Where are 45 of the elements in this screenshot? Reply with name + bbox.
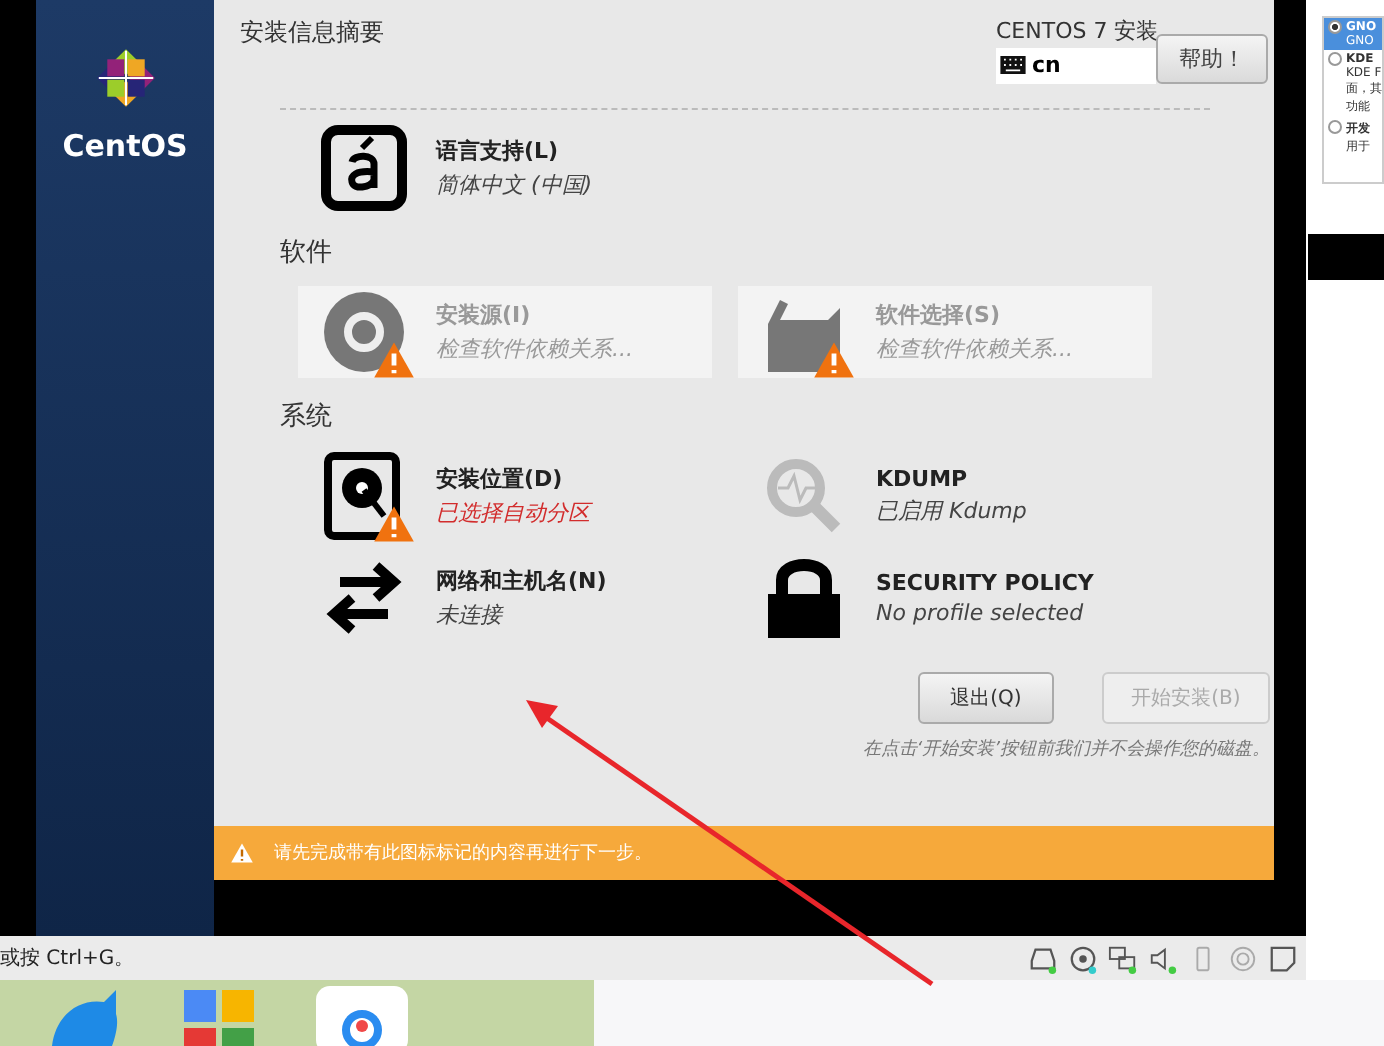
spoke-status: 检查软件依赖关系... [876, 334, 1073, 364]
spoke-status: 简体中文 (中国) [436, 170, 593, 200]
spoke-status: No profile selected [876, 600, 1086, 626]
warning-icon [230, 842, 254, 864]
spoke-title: 软件选择(S) [876, 300, 1002, 330]
spoke-status: 检查软件依赖关系... [436, 334, 633, 364]
spoke-title: KDUMP [876, 466, 970, 492]
spoke-title: 网络和主机名(N) [436, 566, 607, 596]
radio-button[interactable] [1328, 20, 1342, 34]
warning-text: 请先完成带有此图标标记的内容再进行下一步。 [274, 841, 652, 866]
disc-icon [320, 288, 408, 376]
keyboard-icon [1000, 56, 1026, 74]
keyboard-layout-field[interactable]: cn [996, 47, 1156, 83]
spoke-title: 安装源(I) [436, 300, 533, 330]
product-title: CENTOS 7 安装 [996, 16, 1159, 46]
record-icon[interactable] [1228, 943, 1258, 973]
help-button[interactable]: 帮助！ [1156, 34, 1268, 84]
optical-drive-icon[interactable] [1068, 943, 1098, 973]
page-title: 安装信息摘要 [240, 16, 384, 50]
radio-button[interactable] [1328, 120, 1342, 134]
dark-panel [1308, 234, 1384, 280]
speaker-icon[interactable] [1148, 943, 1178, 973]
logo-text: CentOS [62, 128, 188, 164]
radio-button[interactable] [1328, 52, 1342, 66]
spoke-title: 语言支持(L) [436, 136, 561, 166]
note-icon[interactable] [1268, 943, 1298, 973]
disk-notice-text: 在点击‘开始安装’按钮前我们并不会操作您的磁盘。 [862, 737, 1270, 762]
section-heading: 系统 [280, 400, 334, 434]
spoke-item[interactable]: 语言支持(L) 简体中文 (中国) [298, 122, 712, 214]
spoke-status: 已选择自动分区 [436, 498, 590, 528]
language-icon [320, 124, 408, 212]
quit-button[interactable]: 退出(Q) [918, 672, 1054, 724]
spoke-item[interactable]: KDUMP 已启用 Kdump [738, 450, 1152, 542]
hint-text: 或按 Ctrl+G。 [0, 945, 135, 972]
spoke-status: 已启用 Kdump [876, 496, 1027, 526]
spoke-title: 安装位置(D) [436, 464, 565, 494]
section-heading: 软件 [280, 236, 334, 270]
network-icon[interactable] [1108, 943, 1138, 973]
spoke-title: SECURITY POLICY [876, 570, 1094, 596]
map-pin-icon[interactable] [316, 986, 408, 1046]
spoke-item[interactable]: SECURITY POLICY No profile selected [738, 552, 1152, 644]
spoke-item[interactable]: 安装位置(D) 已选择自动分区 [298, 450, 712, 542]
spoke-item[interactable]: 网络和主机名(N) 未连接 [298, 552, 712, 644]
tiles-icon[interactable] [184, 986, 256, 1046]
spoke-status: 未连接 [436, 600, 506, 630]
